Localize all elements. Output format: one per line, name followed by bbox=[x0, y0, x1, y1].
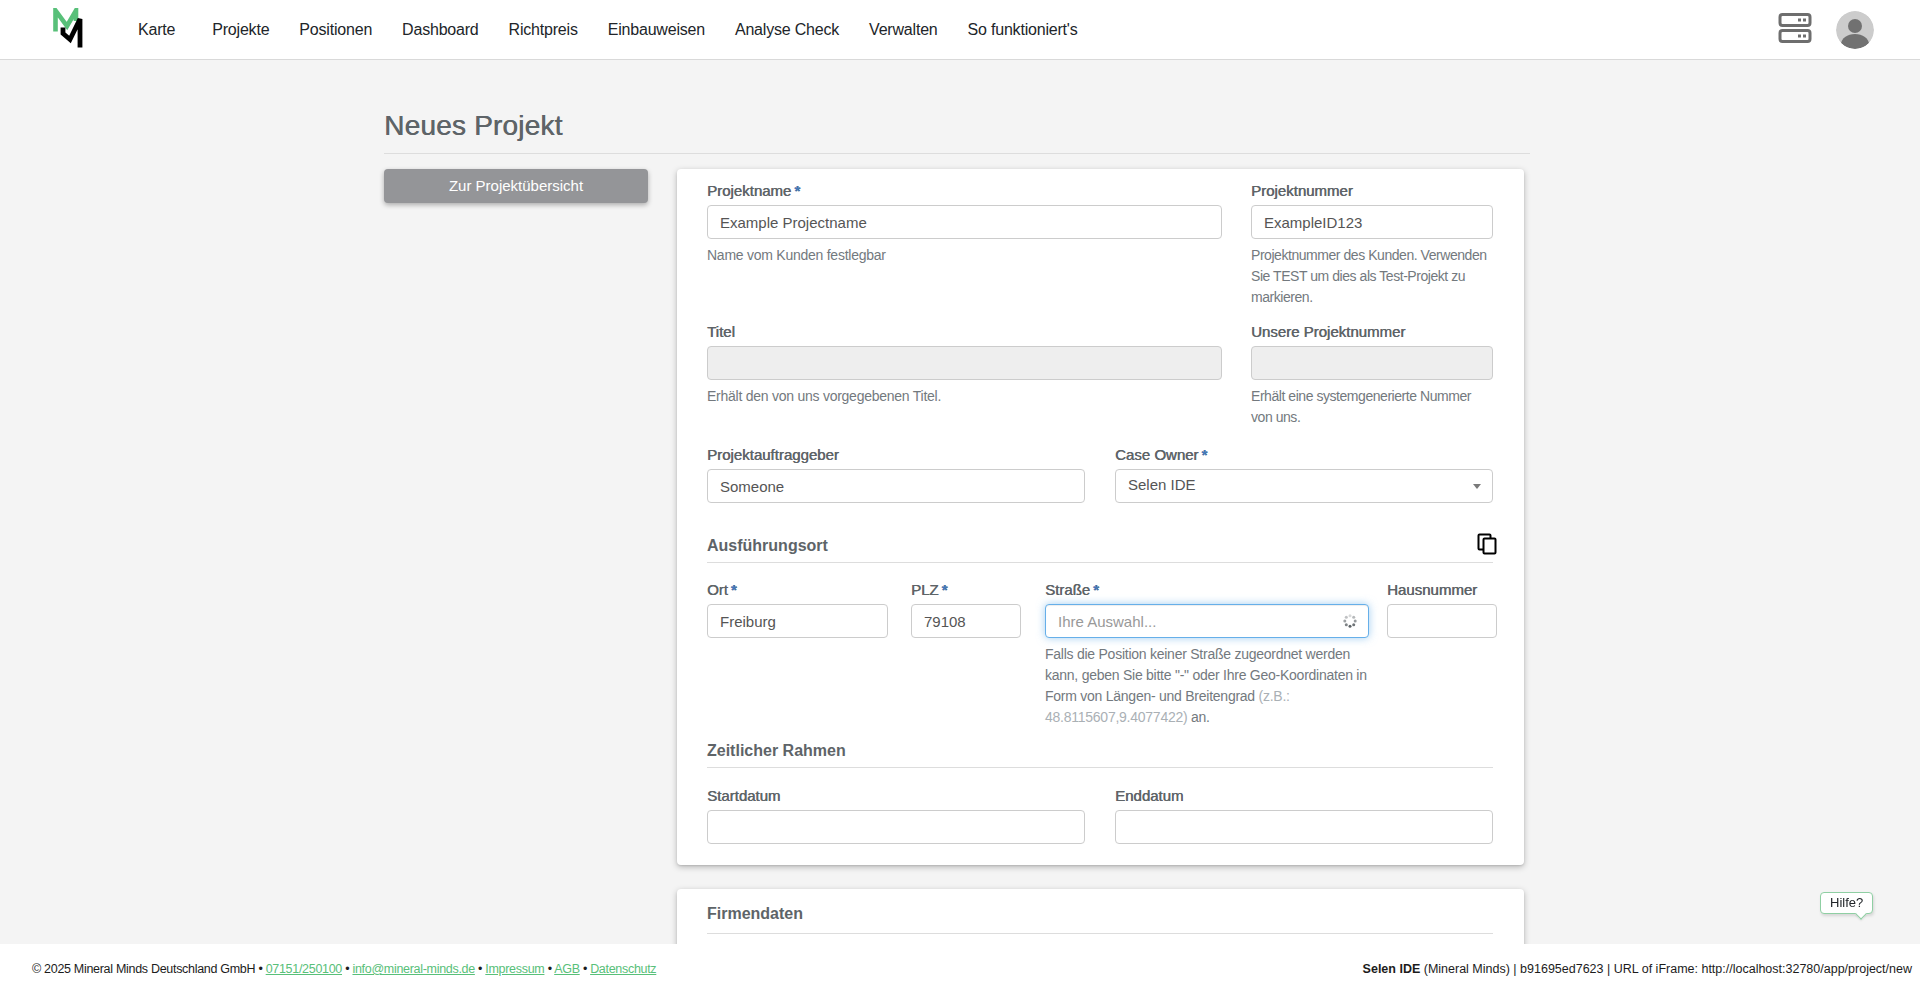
nav-item-verwalten[interactable]: Verwalten bbox=[854, 21, 952, 39]
copy-button[interactable] bbox=[1475, 533, 1499, 557]
ort-label: Ort* bbox=[707, 580, 888, 600]
hausnummer-label: Hausnummer bbox=[1387, 580, 1497, 600]
plz-label: PLZ* bbox=[911, 580, 1021, 600]
nav-item-richtpreis[interactable]: Richtpreis bbox=[494, 21, 593, 39]
zur-projektuebersicht-button[interactable]: Zur Projektübersicht bbox=[384, 169, 648, 203]
project-form-card: Projektname* Name vom Kunden festlegbar … bbox=[677, 169, 1524, 865]
projektauftraggeber-label: Projektauftraggeber bbox=[707, 445, 1085, 465]
required-marker: * bbox=[1093, 581, 1099, 598]
top-navigation-bar: Karte Projekte Positionen Dashboard Rich… bbox=[0, 0, 1920, 60]
unsere-projektnummer-input bbox=[1251, 346, 1493, 380]
mineral-minds-logo[interactable] bbox=[50, 8, 86, 52]
section-divider bbox=[707, 933, 1493, 934]
section-divider bbox=[707, 767, 1493, 768]
nav-item-analyse-check[interactable]: Analyse Check bbox=[720, 21, 854, 39]
plz-input[interactable] bbox=[911, 604, 1021, 638]
strasse-label: Straße* bbox=[1045, 580, 1369, 600]
hausnummer-input[interactable] bbox=[1387, 604, 1497, 638]
strasse-input[interactable] bbox=[1045, 604, 1369, 638]
enddatum-input[interactable] bbox=[1115, 810, 1493, 844]
case-owner-label: Case Owner* bbox=[1115, 445, 1493, 465]
footer-link-agb[interactable]: AGB bbox=[554, 962, 580, 976]
required-marker: * bbox=[942, 581, 948, 598]
footer-link-datenschutz[interactable]: Datenschutz bbox=[590, 962, 656, 976]
footer-link-email[interactable]: info@mineral-minds.de bbox=[352, 962, 474, 976]
footer-link-impressum[interactable]: Impressum bbox=[485, 962, 544, 976]
section-divider bbox=[707, 562, 1493, 563]
projektname-input[interactable] bbox=[707, 205, 1222, 239]
startdatum-label: Startdatum bbox=[707, 786, 1085, 806]
required-marker: * bbox=[731, 581, 737, 598]
section-ausfuehrungsort: Ausführungsort bbox=[707, 536, 1493, 556]
page-footer: © 2025 Mineral Minds Deutschland GmbH • … bbox=[0, 944, 1920, 994]
ort-input[interactable] bbox=[707, 604, 888, 638]
nav-item-einbauweisen[interactable]: Einbauweisen bbox=[593, 21, 720, 39]
projektname-hint: Name vom Kunden festlegbar bbox=[707, 245, 1222, 266]
main-content: Neues Projekt Zur Projektübersicht Proje… bbox=[0, 60, 1920, 944]
titel-hint: Erhält den von uns vorgegebenen Titel. bbox=[707, 386, 1222, 407]
page-title: Neues Projekt bbox=[384, 107, 1530, 145]
projektnummer-label: Projektnummer bbox=[1251, 181, 1493, 201]
unsere-projektnummer-label: Unsere Projektnummer bbox=[1251, 322, 1493, 342]
titel-label: Titel bbox=[707, 322, 1222, 342]
unsere-projektnummer-hint: Erhält eine systemgenerierte Nummer von … bbox=[1251, 386, 1493, 428]
nav-item-karte[interactable]: Karte bbox=[123, 21, 190, 39]
required-marker: * bbox=[1201, 446, 1207, 463]
required-marker: * bbox=[794, 182, 800, 199]
strasse-hint: Falls die Position keiner Straße zugeord… bbox=[1045, 644, 1379, 728]
nav-item-projekte[interactable]: Projekte bbox=[197, 21, 284, 39]
firmendaten-card: Firmendaten bbox=[677, 889, 1524, 944]
footer-session-info: Selen IDE (Mineral Minds) | b91695ed7623… bbox=[1363, 962, 1912, 976]
footer-copyright: © 2025 Mineral Minds Deutschland GmbH • … bbox=[32, 962, 656, 976]
footer-link-phone[interactable]: 07151/250100 bbox=[266, 962, 342, 976]
startdatum-input[interactable] bbox=[707, 810, 1085, 844]
section-zeitlicher-rahmen: Zeitlicher Rahmen bbox=[707, 741, 1493, 761]
dropdown-caret-icon bbox=[1473, 484, 1481, 489]
title-divider bbox=[384, 153, 1530, 154]
section-firmendaten: Firmendaten bbox=[707, 904, 1493, 924]
projektname-label: Projektname* bbox=[707, 181, 1222, 201]
nav-item-positionen[interactable]: Positionen bbox=[284, 21, 387, 39]
nav-item-so-funktionierts[interactable]: So funktioniert's bbox=[953, 21, 1093, 39]
enddatum-label: Enddatum bbox=[1115, 786, 1493, 806]
projektauftraggeber-input[interactable] bbox=[707, 469, 1085, 503]
user-avatar[interactable] bbox=[1836, 11, 1874, 49]
projektnummer-hint: Projektnummer des Kunden. Verwenden Sie … bbox=[1251, 245, 1493, 308]
copy-icon bbox=[1477, 533, 1497, 555]
server-icon[interactable] bbox=[1778, 11, 1812, 45]
nav-item-dashboard[interactable]: Dashboard bbox=[387, 21, 493, 39]
hilfe-button[interactable]: Hilfe? bbox=[1820, 892, 1873, 914]
projektnummer-input[interactable] bbox=[1251, 205, 1493, 239]
titel-input bbox=[707, 346, 1222, 380]
case-owner-select[interactable]: Selen IDE bbox=[1115, 469, 1493, 503]
loading-spinner-icon bbox=[1343, 614, 1357, 628]
main-nav: Karte Projekte Positionen Dashboard Rich… bbox=[123, 21, 1092, 39]
